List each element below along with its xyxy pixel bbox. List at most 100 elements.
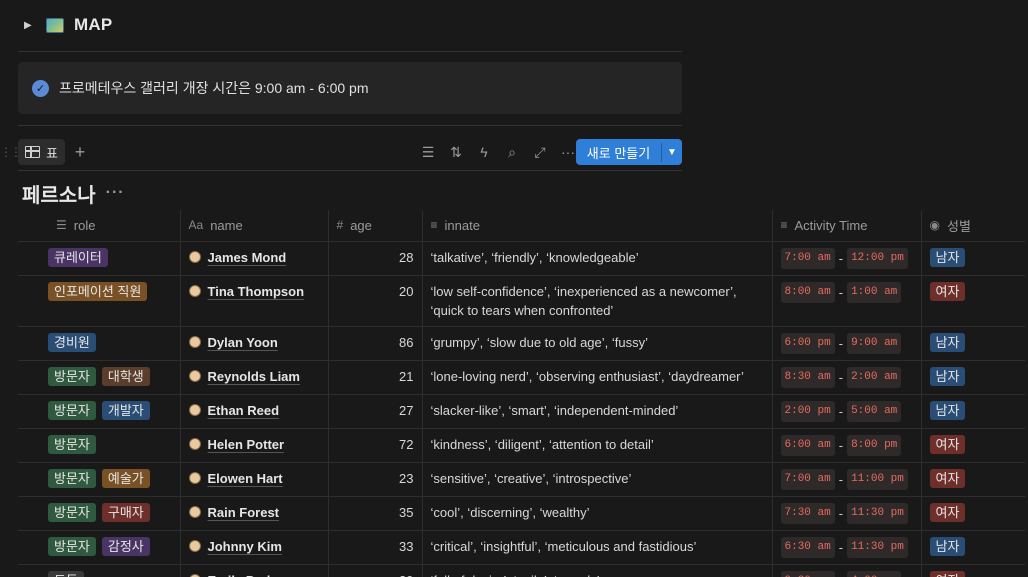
age-cell[interactable]: 23 xyxy=(328,462,423,497)
role-tag[interactable]: 큐레이터 xyxy=(48,247,108,267)
map-toggle[interactable]: ▶ MAP xyxy=(24,12,112,38)
role-tag[interactable]: 방문자 xyxy=(48,434,96,454)
role-tag[interactable]: 방문자 xyxy=(48,502,96,522)
innate-cell[interactable]: ‘talkative’, ‘friendly’, ‘knowledgeable’ xyxy=(422,241,773,276)
role-cell[interactable]: 인포메이션 직원 xyxy=(18,275,181,327)
gender-cell[interactable]: 여자 xyxy=(921,275,1025,327)
column-header-innate[interactable]: ≡ innate xyxy=(422,210,773,242)
sort-icon[interactable]: ⇅ xyxy=(448,144,464,161)
age-cell[interactable]: 33 xyxy=(328,530,423,565)
name-cell[interactable]: James Mond xyxy=(180,241,329,276)
table-row[interactable]: 도둑 Emily Parker 29‘full of desire’, ‘agile… xyxy=(18,564,1025,577)
new-button-label[interactable]: 새로 만들기 xyxy=(576,142,662,162)
persona-name[interactable]: James Mond xyxy=(208,248,287,267)
role-tag[interactable]: 방문자 xyxy=(48,468,96,488)
role-cell[interactable]: 경비원 xyxy=(18,326,181,361)
drag-handle-icon[interactable]: ⋮⋮ xyxy=(0,145,22,159)
gender-tag[interactable]: 남자 xyxy=(929,247,966,267)
gender-tag[interactable]: 여자 xyxy=(929,502,966,522)
gender-tag[interactable]: 여자 xyxy=(929,468,966,488)
table-row[interactable]: 방문자 예술가 Elowen Hart 23 ‘sensitive’, ‘creativ… xyxy=(18,462,1025,497)
gender-tag[interactable]: 남자 xyxy=(929,536,966,556)
gender-cell[interactable]: 여자 xyxy=(921,462,1025,497)
name-cell[interactable]: Johnny Kim xyxy=(180,530,329,565)
name-cell[interactable]: Helen Potter xyxy=(180,428,329,463)
role-tag[interactable]: 경비원 xyxy=(48,332,96,352)
table-row[interactable]: 방문자 감정사 Johnny Kim 33 ‘critical’, ‘insightfu… xyxy=(18,530,1025,565)
gender-tag[interactable]: 여자 xyxy=(929,570,966,577)
table-row[interactable]: 방문자 대학생 Reynolds Liam 21 ‘lone-loving nerd’,… xyxy=(18,360,1025,395)
activity-time-cell[interactable]: 2:00 pm -5:00 am xyxy=(772,394,922,429)
table-row[interactable]: 경비원 Dylan Yoon 86 ‘grumpy’, ‘slow due to ol… xyxy=(18,326,1025,361)
role-tag[interactable]: 개발자 xyxy=(101,400,150,420)
table-row[interactable]: 방문자 구매자 Rain Forest 35 ‘cool’, ‘discerning’,… xyxy=(18,496,1025,531)
name-cell[interactable]: Elowen Hart xyxy=(180,462,329,497)
name-cell[interactable]: Reynolds Liam xyxy=(180,360,329,395)
innate-cell[interactable]: ‘full of desire’, ‘agile’, ‘greedy’ xyxy=(422,564,773,577)
gender-cell[interactable]: 여자 xyxy=(921,564,1025,577)
activity-time-cell[interactable]: 6:00 pm -9:00 am xyxy=(772,326,922,361)
database-title[interactable]: 페르소나 xyxy=(22,179,96,208)
role-cell[interactable]: 방문자 예술가 xyxy=(18,462,181,497)
role-tag[interactable]: 구매자 xyxy=(101,502,150,522)
persona-name[interactable]: Dylan Yoon xyxy=(208,333,278,352)
activity-time-cell[interactable]: 7:00 am -11:00 pm xyxy=(772,462,922,497)
innate-cell[interactable]: ‘slacker-like’, ‘smart’, ‘independent-mi… xyxy=(422,394,773,429)
role-cell[interactable]: 방문자 개발자 xyxy=(18,394,181,429)
innate-cell[interactable]: ‘grumpy’, ‘slow due to old age’, ‘fussy’ xyxy=(422,326,773,361)
tab-table-view[interactable]: 표 xyxy=(18,139,65,165)
activity-time-cell[interactable]: 6:00 am -8:00 pm xyxy=(772,428,922,463)
age-cell[interactable]: 86 xyxy=(328,326,423,361)
persona-name[interactable]: Emily Parker xyxy=(208,571,287,577)
more-icon[interactable]: ··· xyxy=(106,184,125,202)
role-tag[interactable]: 대학생 xyxy=(101,366,150,386)
activity-time-cell[interactable]: 8:00 am -1:00 am xyxy=(772,275,922,327)
lightning-icon[interactable]: ϟ xyxy=(476,144,492,160)
gender-cell[interactable]: 남자 xyxy=(921,530,1025,565)
gender-cell[interactable]: 남자 xyxy=(921,241,1025,276)
innate-cell[interactable]: ‘lone-loving nerd’, ‘observing enthusias… xyxy=(422,360,773,395)
age-cell[interactable]: 20 xyxy=(328,275,423,327)
persona-name[interactable]: Reynolds Liam xyxy=(208,367,300,386)
age-cell[interactable]: 27 xyxy=(328,394,423,429)
persona-name[interactable]: Ethan Reed xyxy=(208,401,280,420)
name-cell[interactable]: Emily Parker xyxy=(180,564,329,577)
persona-name[interactable]: Elowen Hart xyxy=(208,469,283,488)
role-tag[interactable]: 방문자 xyxy=(48,366,96,386)
gender-tag[interactable]: 남자 xyxy=(929,332,966,352)
table-row[interactable]: 큐레이터 James Mond 28 ‘talkative’, ‘friendly’,… xyxy=(18,241,1025,276)
new-button[interactable]: 새로 만들기 ▼ xyxy=(576,139,682,165)
role-tag[interactable]: 인포메이션 직원 xyxy=(48,281,148,301)
activity-time-cell[interactable]: 9:30 am-4:00 am xyxy=(772,564,922,577)
column-header-name[interactable]: Aa name xyxy=(180,210,329,242)
age-cell[interactable]: 29 xyxy=(328,564,423,577)
gender-cell[interactable]: 남자 xyxy=(921,394,1025,429)
activity-time-cell[interactable]: 6:30 am -11:30 pm xyxy=(772,530,922,565)
role-cell[interactable]: 방문자 감정사 xyxy=(18,530,181,565)
gender-cell[interactable]: 여자 xyxy=(921,428,1025,463)
gender-tag[interactable]: 여자 xyxy=(929,281,966,301)
role-tag[interactable]: 예술가 xyxy=(101,468,150,488)
gender-cell[interactable]: 남자 xyxy=(921,360,1025,395)
activity-time-cell[interactable]: 8:30 am -2:00 am xyxy=(772,360,922,395)
toggle-triangle-icon[interactable]: ▶ xyxy=(24,20,36,31)
activity-time-cell[interactable]: 7:00 am -12:00 pm xyxy=(772,241,922,276)
role-cell[interactable]: 방문자 xyxy=(18,428,181,463)
column-header-gender[interactable]: ◉ 성별 xyxy=(921,210,1025,242)
innate-cell[interactable]: ‘kindness’, ‘diligent’, ‘attention to de… xyxy=(422,428,773,463)
gender-cell[interactable]: 여자 xyxy=(921,496,1025,531)
add-view-icon[interactable]: + xyxy=(71,142,89,163)
expand-icon[interactable]: ⤢ xyxy=(532,144,548,161)
innate-cell[interactable]: ‘low self-confidence’, ‘inexperienced as… xyxy=(422,275,773,327)
persona-name[interactable]: Tina Thompson xyxy=(208,282,305,301)
column-header-age[interactable]: # age xyxy=(328,210,423,242)
persona-name[interactable]: Rain Forest xyxy=(208,503,280,522)
role-cell[interactable]: 방문자 대학생 xyxy=(18,360,181,395)
table-row[interactable]: 방문자 개발자 Ethan Reed 27 ‘slacker-like’, ‘smart… xyxy=(18,394,1025,429)
more-icon[interactable]: ··· xyxy=(560,144,576,160)
name-cell[interactable]: Ethan Reed xyxy=(180,394,329,429)
column-header-activity-time[interactable]: ≡ Activity Time xyxy=(772,210,922,242)
innate-cell[interactable]: ‘critical’, ‘insightful’, ‘meticulous an… xyxy=(422,530,773,565)
age-cell[interactable]: 35 xyxy=(328,496,423,531)
role-tag[interactable]: 방문자 xyxy=(48,536,96,556)
